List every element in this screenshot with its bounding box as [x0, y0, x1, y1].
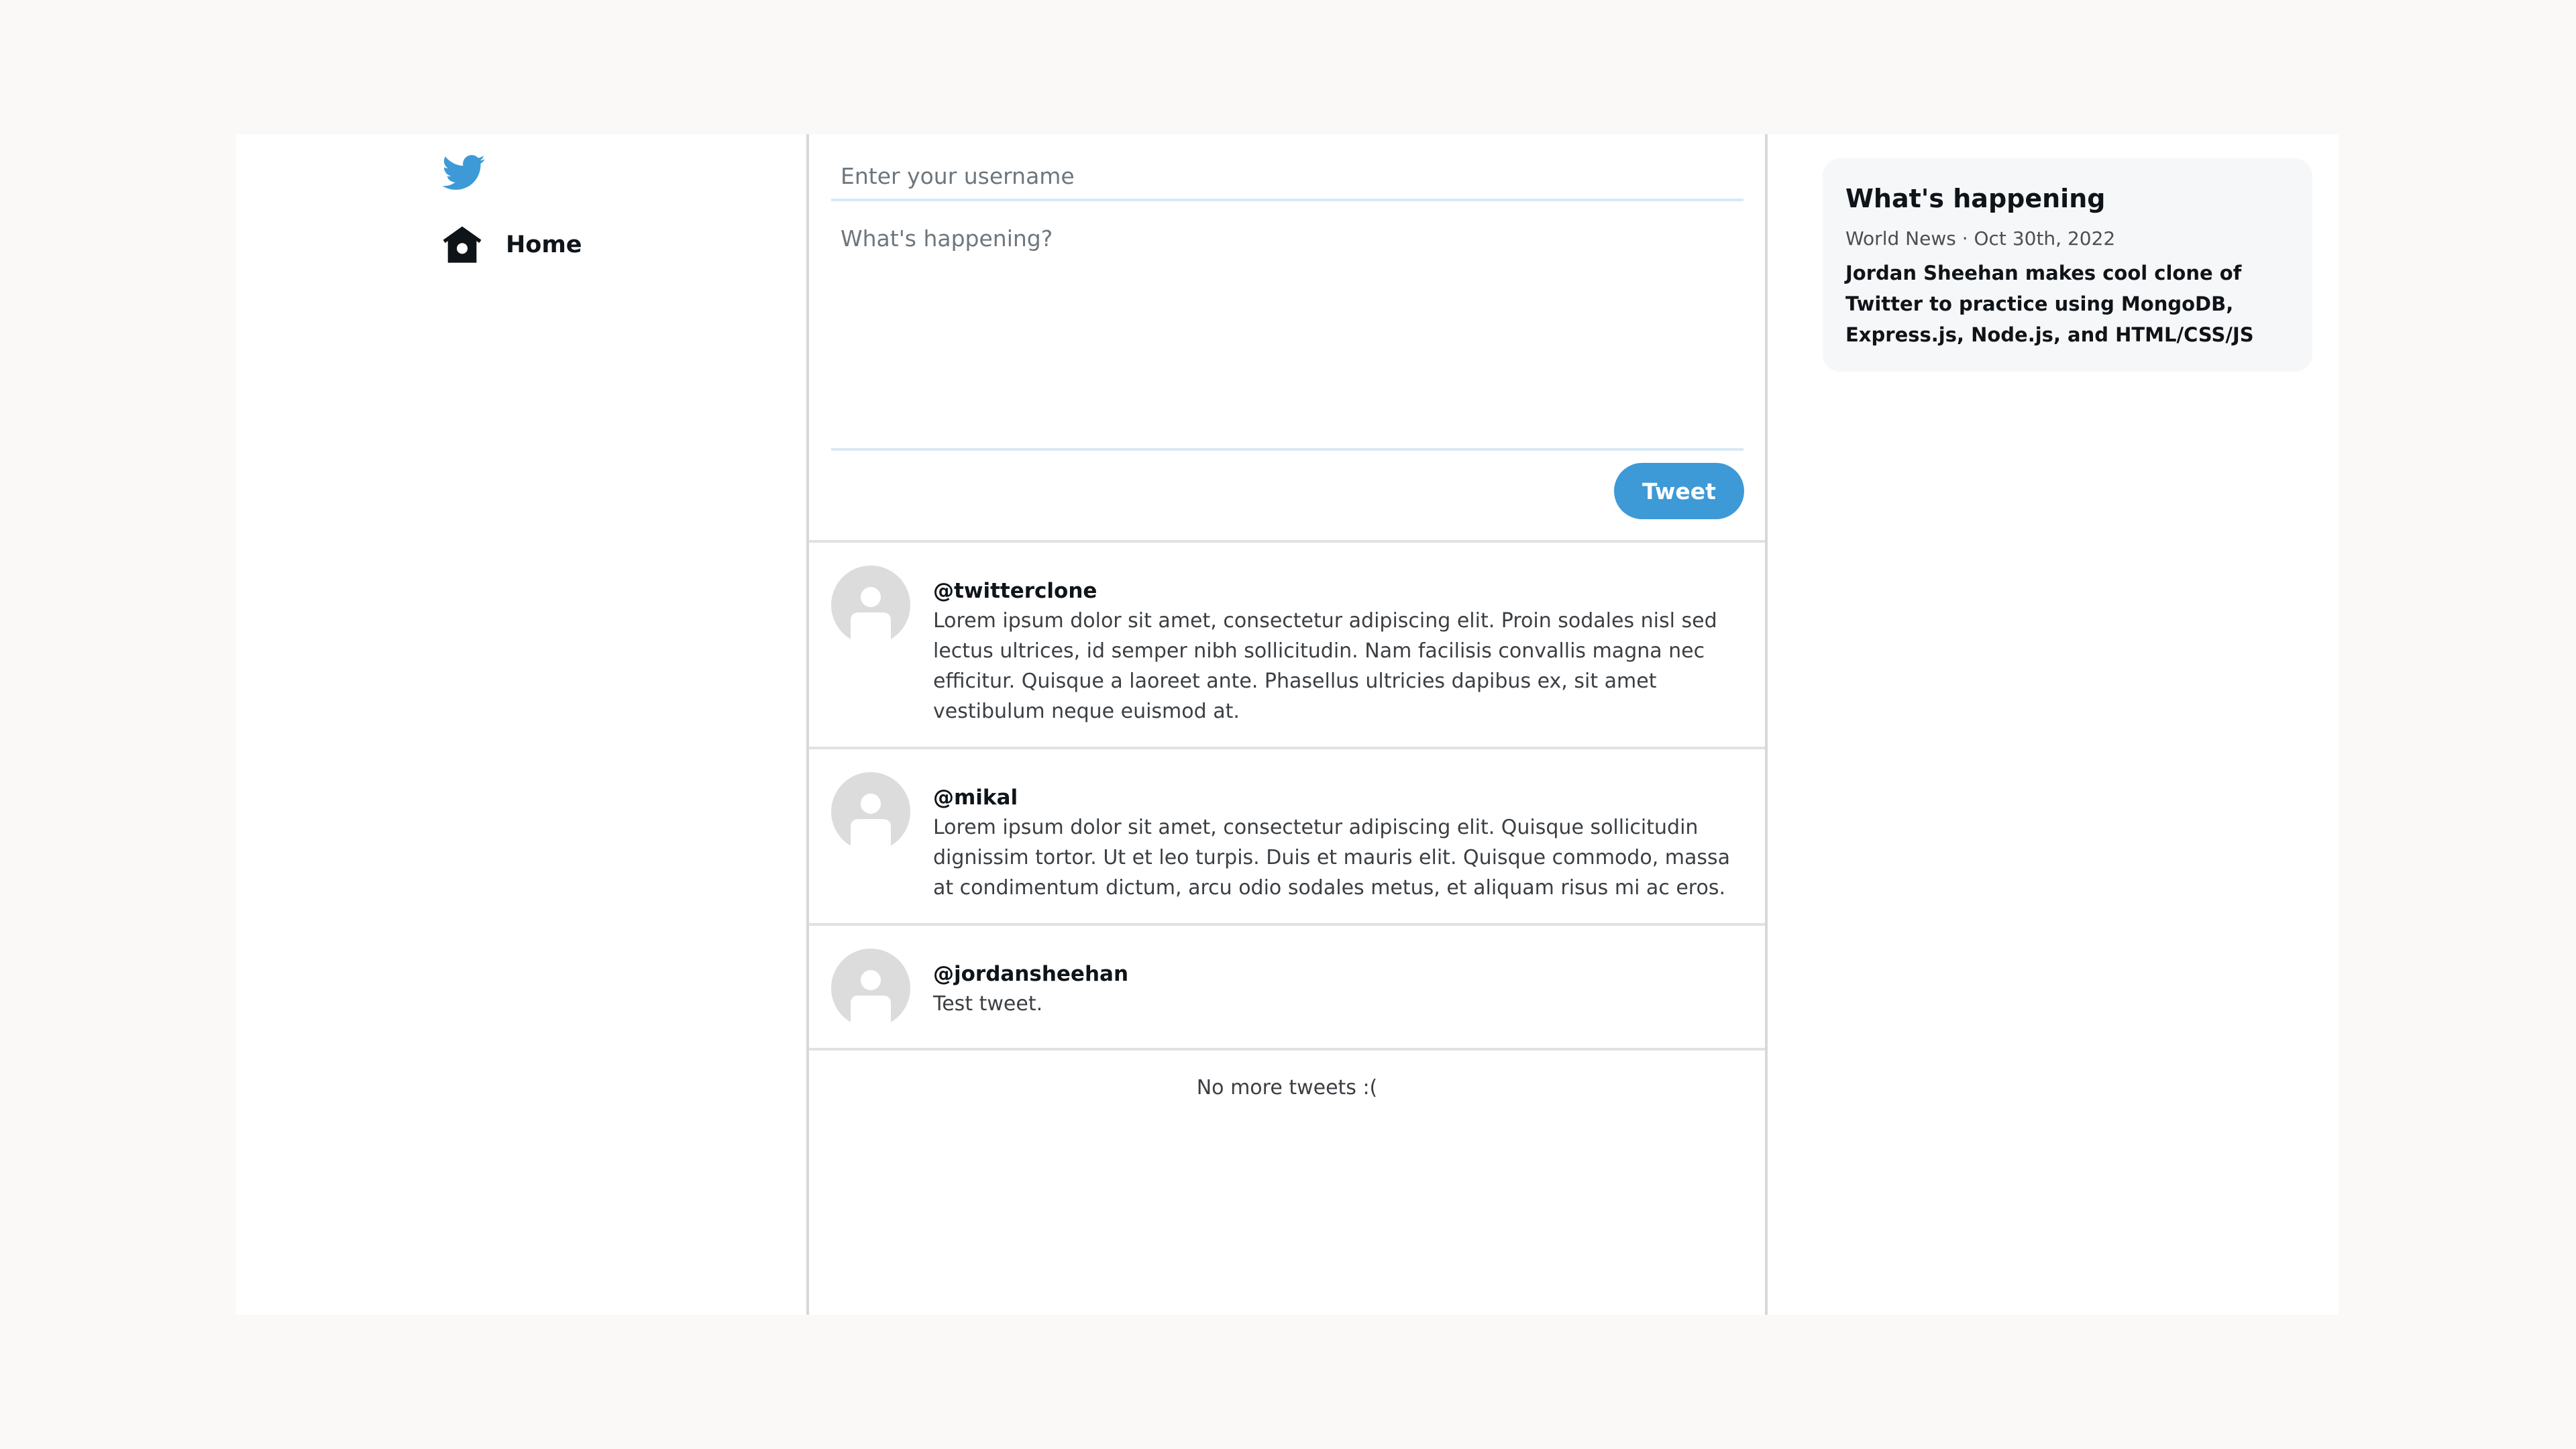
trend-card-title: What's happening	[1845, 184, 2106, 213]
twitter-bird-icon[interactable]	[441, 151, 488, 194]
nav-item-home[interactable]: Home	[441, 221, 582, 268]
username-input[interactable]	[831, 153, 1743, 201]
main-column: Tweet @twitterclone Lorem ipsum dolor si…	[806, 134, 1768, 1315]
user-placeholder-icon	[851, 587, 891, 645]
no-more-tweets-message: No more tweets :(	[1196, 1076, 1378, 1099]
whats-happening-card: What's happening World News · Oct 30th, …	[1823, 158, 2312, 372]
tweet-item: @mikal Lorem ipsum dolor sit amet, conse…	[809, 749, 1765, 926]
user-placeholder-icon	[851, 794, 891, 851]
avatar[interactable]	[831, 949, 910, 1028]
home-icon	[441, 223, 484, 266]
avatar[interactable]	[831, 566, 910, 645]
avatar[interactable]	[831, 772, 910, 851]
tweet-text: Lorem ipsum dolor sit amet, consectetur …	[933, 816, 1731, 900]
tweet-item: @twitterclone Lorem ipsum dolor sit amet…	[809, 543, 1765, 749]
tweet-username[interactable]: @mikal	[933, 783, 1738, 812]
tweet-text: Test tweet.	[933, 992, 1043, 1016]
tweet-username[interactable]: @twitterclone	[933, 576, 1738, 606]
tweet-text: Lorem ipsum dolor sit amet, consectetur …	[933, 609, 1717, 723]
nav-home-label: Home	[506, 231, 582, 258]
tweet-item: @jordansheehan Test tweet.	[809, 926, 1765, 1051]
tweet-composer: Tweet	[809, 134, 1765, 543]
left-navigation: Home	[236, 134, 806, 1315]
tweet-button[interactable]: Tweet	[1614, 463, 1744, 519]
user-placeholder-icon	[851, 970, 891, 1028]
tweet-text-input[interactable]	[831, 216, 1743, 451]
trend-headline[interactable]: Jordan Sheehan makes cool clone of Twitt…	[1845, 258, 2290, 350]
trend-meta: World News · Oct 30th, 2022	[1845, 227, 2116, 250]
app-page: Home Tweet @twitterclone Lorem ipsum dol…	[236, 134, 2339, 1315]
tweet-feed: @twitterclone Lorem ipsum dolor sit amet…	[809, 543, 1765, 1099]
tweet-username[interactable]: @jordansheehan	[933, 959, 1738, 989]
right-sidebar: What's happening World News · Oct 30th, …	[1800, 134, 2337, 1315]
